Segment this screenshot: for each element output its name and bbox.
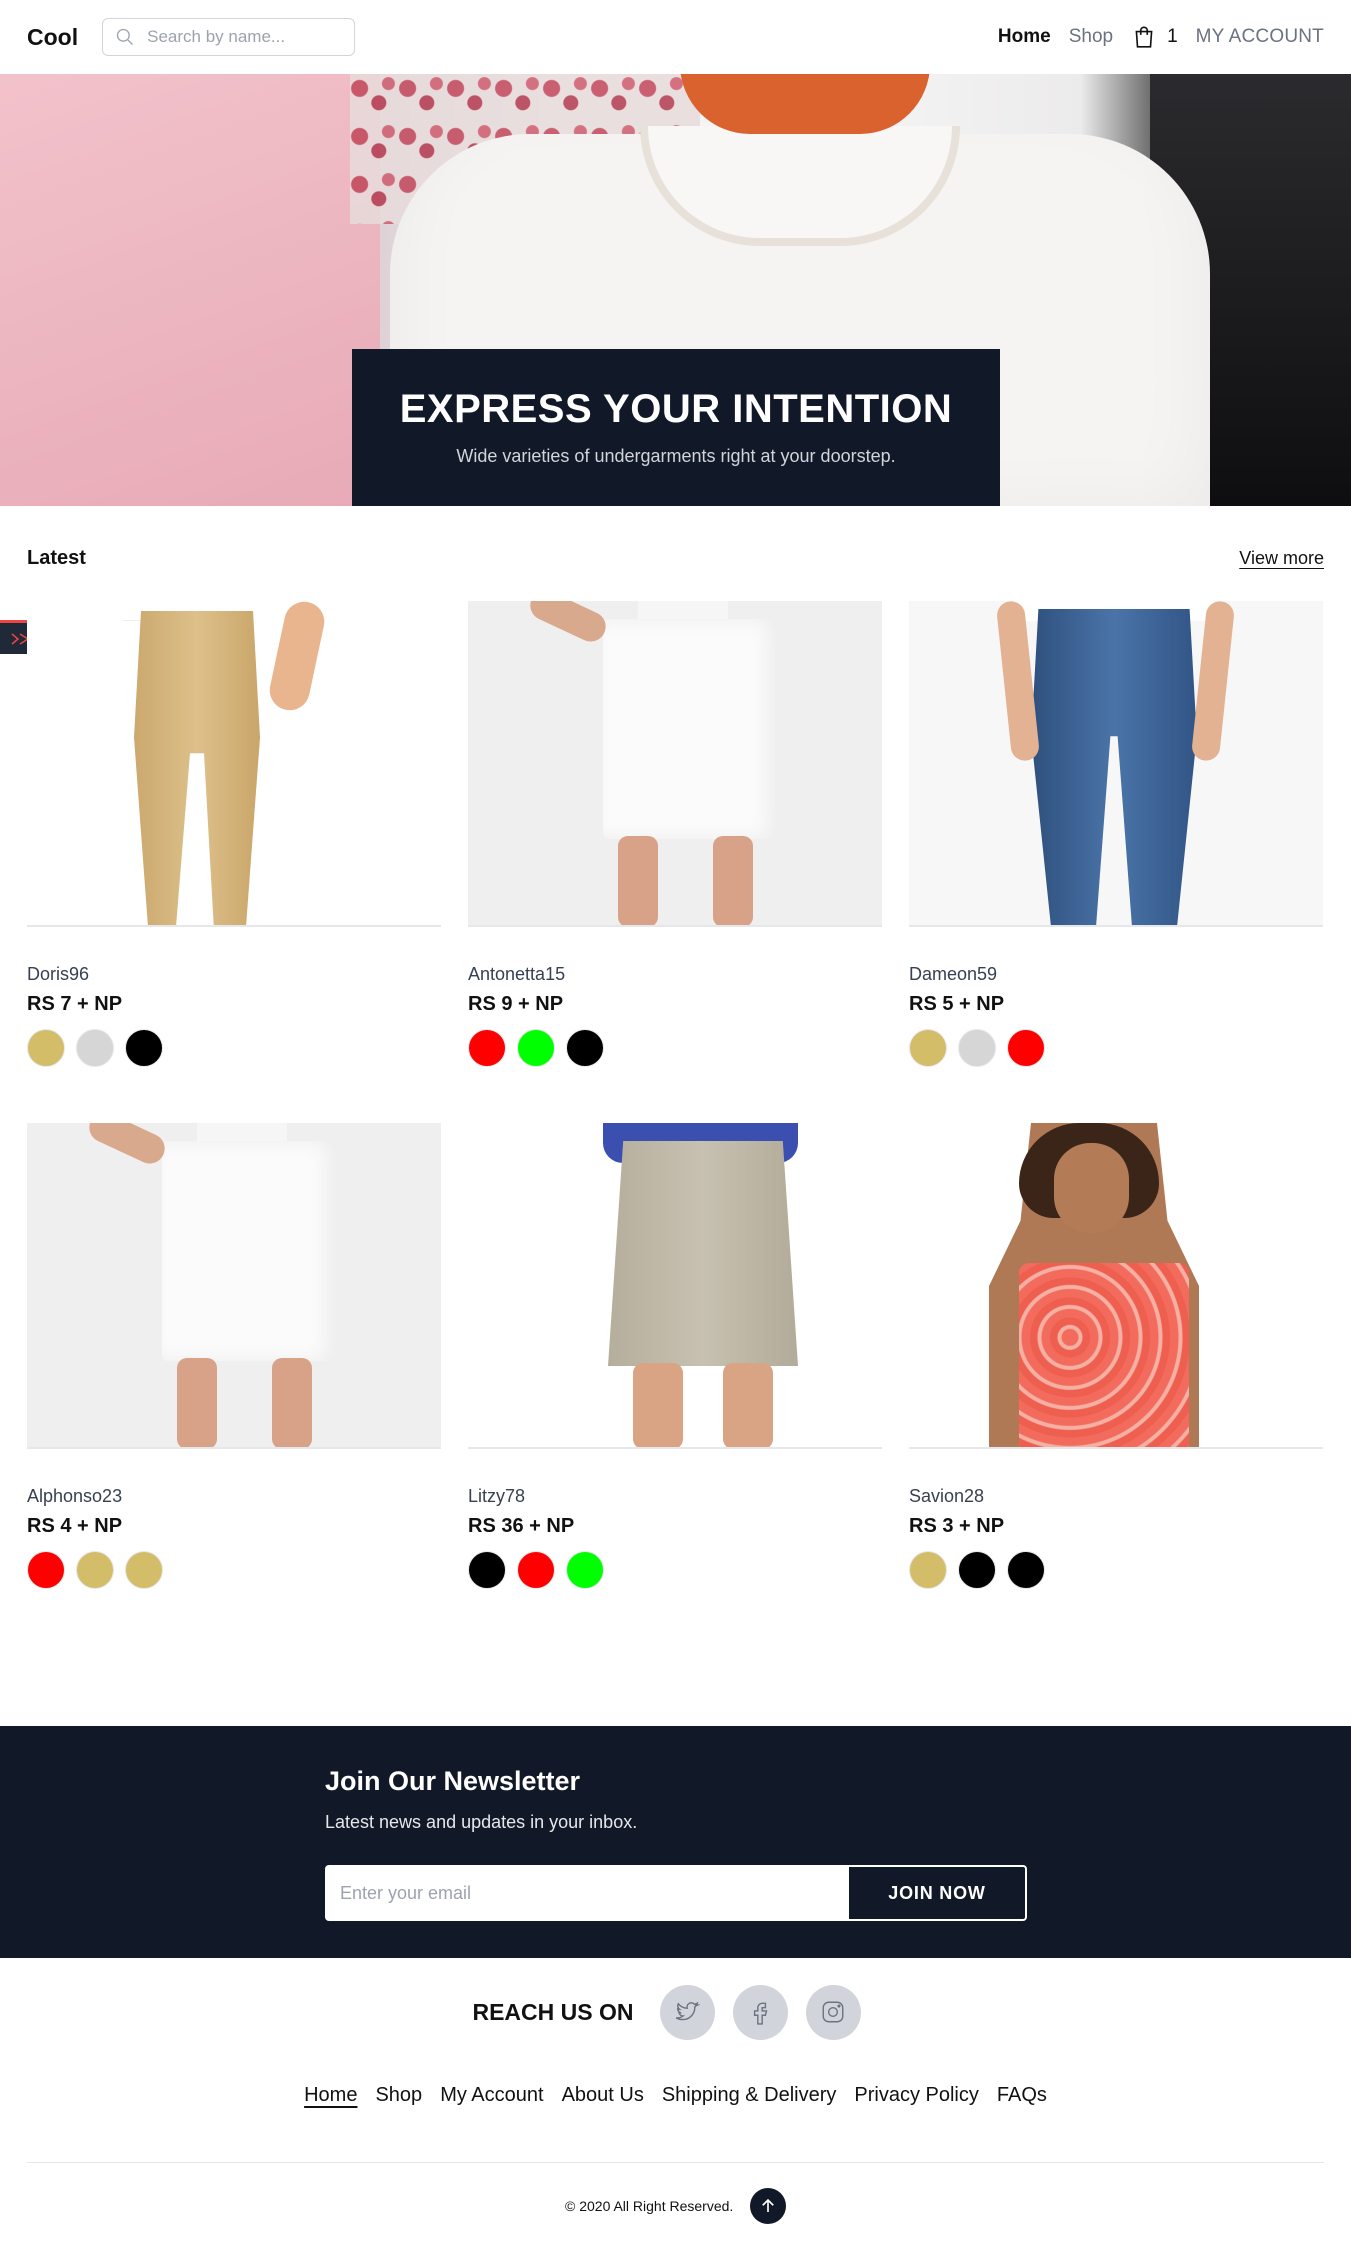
hero-hanger — [680, 74, 930, 134]
color-swatch[interactable] — [27, 1551, 65, 1589]
color-swatch[interactable] — [76, 1551, 114, 1589]
product-name[interactable]: Dameon59 — [909, 964, 997, 985]
twitter-icon[interactable] — [659, 1984, 715, 2040]
product-price: RS 9 + NP — [468, 993, 564, 1015]
product-name[interactable]: Savion28 — [909, 1486, 984, 1507]
footer-link-faqs[interactable]: FAQs — [997, 2084, 1047, 2107]
arrow-up-icon — [762, 2198, 774, 2212]
latest-heading: Latest — [27, 547, 86, 569]
nav-shop-link[interactable]: Shop — [1069, 26, 1113, 48]
color-swatches — [909, 1029, 1045, 1067]
scroll-to-top-button[interactable] — [750, 2188, 786, 2224]
product-price: RS 5 + NP — [909, 993, 1005, 1015]
color-swatch[interactable] — [517, 1029, 555, 1067]
product-image[interactable] — [27, 1123, 441, 1449]
reach-us-section: REACH US ON — [0, 1984, 1351, 2040]
product-image[interactable] — [468, 1123, 882, 1449]
view-more-link[interactable]: View more — [1239, 548, 1324, 569]
footer-divider — [27, 2162, 1324, 2163]
footer-link-shop[interactable]: Shop — [375, 2084, 422, 2107]
color-swatch[interactable] — [566, 1551, 604, 1589]
color-swatch[interactable] — [909, 1551, 947, 1589]
color-swatches — [27, 1551, 163, 1589]
hero-caption-box: EXPRESS YOUR INTENTION Wide varieties of… — [352, 349, 1000, 506]
nav-home-link[interactable]: Home — [998, 26, 1051, 48]
newsletter-title: Join Our Newsletter — [325, 1766, 581, 1796]
color-swatch[interactable] — [468, 1551, 506, 1589]
product-image[interactable] — [909, 1123, 1323, 1449]
search-box[interactable] — [102, 18, 356, 56]
color-swatch[interactable] — [27, 1029, 65, 1067]
color-swatch[interactable] — [566, 1029, 604, 1067]
product-card[interactable]: Dameon59 RS 5 + NP — [909, 601, 1323, 1073]
instagram-icon[interactable] — [805, 1984, 861, 2040]
footer-link-home[interactable]: Home — [304, 2084, 357, 2107]
footer-link-shipping[interactable]: Shipping & Delivery — [662, 2084, 837, 2107]
product-card[interactable]: Litzy78 RS 36 + NP — [468, 1123, 882, 1595]
footer-link-my-account[interactable]: My Account — [440, 2084, 543, 2107]
footer-link-about-us[interactable]: About Us — [562, 2084, 644, 2107]
cart-count[interactable]: 1 — [1167, 26, 1178, 48]
product-image[interactable] — [909, 601, 1323, 927]
product-name[interactable]: Doris96 — [27, 964, 89, 985]
product-price: RS 7 + NP — [27, 993, 123, 1015]
product-card[interactable]: Savion28 RS 3 + NP — [909, 1123, 1323, 1595]
color-swatch[interactable] — [1007, 1551, 1045, 1589]
color-swatch[interactable] — [125, 1551, 163, 1589]
color-swatch[interactable] — [125, 1029, 163, 1067]
product-price: RS 4 + NP — [27, 1515, 123, 1537]
newsletter-section: Join Our Newsletter Latest news and upda… — [0, 1726, 1351, 1958]
product-price: RS 3 + NP — [909, 1515, 1005, 1537]
color-swatch[interactable] — [468, 1029, 506, 1067]
product-card[interactable]: Alphonso23 RS 4 + NP — [27, 1123, 441, 1595]
color-swatch[interactable] — [958, 1551, 996, 1589]
color-swatch[interactable] — [76, 1029, 114, 1067]
color-swatch[interactable] — [1007, 1029, 1045, 1067]
product-name[interactable]: Litzy78 — [468, 1486, 525, 1507]
hero-banner: EXPRESS YOUR INTENTION Wide varieties of… — [0, 74, 1351, 506]
footer-link-privacy[interactable]: Privacy Policy — [854, 2084, 978, 2107]
hero-pink-garment — [0, 74, 380, 506]
search-input[interactable] — [147, 27, 338, 47]
newsletter-form: JOIN NOW — [325, 1865, 1027, 1921]
product-image[interactable] — [27, 601, 441, 927]
cart-icon[interactable] — [1131, 24, 1157, 50]
color-swatches — [909, 1551, 1045, 1589]
hero-title: EXPRESS YOUR INTENTION — [399, 387, 953, 431]
newsletter-subtitle: Latest news and updates in your inbox. — [325, 1812, 638, 1832]
reach-us-label: REACH US ON — [472, 1998, 634, 2025]
join-now-button[interactable]: JOIN NOW — [847, 1865, 1027, 1921]
color-swatch[interactable] — [517, 1551, 555, 1589]
facebook-icon[interactable] — [732, 1984, 788, 2040]
product-name[interactable]: Alphonso23 — [27, 1486, 122, 1507]
color-swatches — [468, 1029, 604, 1067]
product-name[interactable]: Antonetta15 — [468, 964, 565, 985]
color-swatch[interactable] — [909, 1029, 947, 1067]
hero-subtitle: Wide varieties of undergarments right at… — [456, 446, 896, 466]
product-card[interactable]: Doris96 RS 7 + NP — [27, 601, 441, 1073]
copyright: © 2020 All Right Reserved. — [565, 2198, 734, 2214]
color-swatches — [27, 1029, 163, 1067]
product-grid: Doris96 RS 7 + NP Antonetta15 RS 9 + NP — [27, 601, 1324, 1595]
color-swatches — [468, 1551, 604, 1589]
product-image[interactable] — [468, 601, 882, 927]
search-icon — [116, 28, 134, 45]
my-account-link[interactable]: MY ACCOUNT — [1196, 26, 1324, 48]
email-field[interactable] — [325, 1865, 847, 1921]
product-price: RS 36 + NP — [468, 1515, 575, 1537]
color-swatch[interactable] — [958, 1029, 996, 1067]
main-nav: Home Shop 1 MY ACCOUNT — [998, 24, 1324, 50]
logo[interactable]: Cool — [27, 24, 78, 51]
footer-nav: Home Shop My Account About Us Shipping &… — [0, 2084, 1351, 2107]
product-card[interactable]: Antonetta15 RS 9 + NP — [468, 601, 882, 1073]
header: Cool Home Shop 1 MY ACCOUNT — [0, 0, 1351, 74]
